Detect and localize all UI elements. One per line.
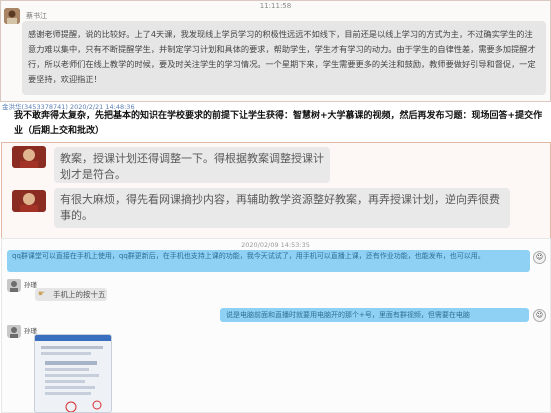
message-bubble: 有很大麻烦，得先看网课摘抄内容，再辅助教学资源整好教案，再弄授课计划，逆向弄很费…	[54, 188, 510, 228]
screenshot-thumbnail[interactable]	[34, 334, 112, 413]
sender-name: 孙瑾	[24, 281, 37, 289]
message-text: qq群课堂可以直接在手机上使用，qq群更新后，在手机也支持上课的功能，我今天试试…	[12, 252, 485, 260]
message-bubble: 手机上的按十五	[35, 288, 107, 301]
headline-text: 我不敢奔得太复杂，先把基本的知识在学校要求的前提下让学生获得：智慧树+大学慕课的…	[14, 111, 543, 136]
emoji-icon: ☺	[533, 251, 546, 264]
avatar	[7, 324, 21, 338]
message-bubble: 教案，授课计划还得调整一下。得根据教案调整授课计划才是符合。	[54, 147, 330, 183]
emoji-icon: ☺	[533, 309, 546, 322]
message-text: 有很大麻烦，得先看网课摘抄内容，再辅助教学资源整好教案，再弄授课计划，逆向弄很费…	[60, 193, 500, 222]
hand-icon: ☛	[38, 289, 46, 298]
avatar	[7, 278, 21, 292]
message-text: 教案，授课计划还得调整一下。得根据教案调整授课计划才是符合。	[60, 152, 324, 181]
timestamp: 2020/02/09 14:53:35	[241, 241, 310, 249]
message-text: 感谢老师提醒，说的比较好。上了4天课，我发现线上学员学习的积极性远远不如线下，目…	[28, 29, 536, 84]
avatar	[12, 146, 46, 168]
avatar	[12, 190, 46, 212]
sender-name: 蔡书江	[26, 12, 47, 20]
message-bubble-own: qq群课堂可以直接在手机上使用，qq群更新后，在手机也支持上课的功能，我今天试试…	[7, 250, 530, 272]
timestamp: 11:11:58	[259, 2, 292, 10]
message-bubble-own: 说是电脑前面和直播时就要用电脑开的那个+号，里面有群视频，但需要在电脑	[220, 308, 529, 322]
avatar	[4, 8, 20, 24]
message-text: 手机上的按十五	[53, 290, 106, 299]
message-bubble: 感谢老师提醒，说的比较好。上了4天课，我发现线上学员学习的积极性远远不如线下，目…	[22, 21, 546, 95]
message-text: 说是电脑前面和直播时就要用电脑开的那个+号，里面有群视频，但需要在电脑	[226, 311, 470, 319]
